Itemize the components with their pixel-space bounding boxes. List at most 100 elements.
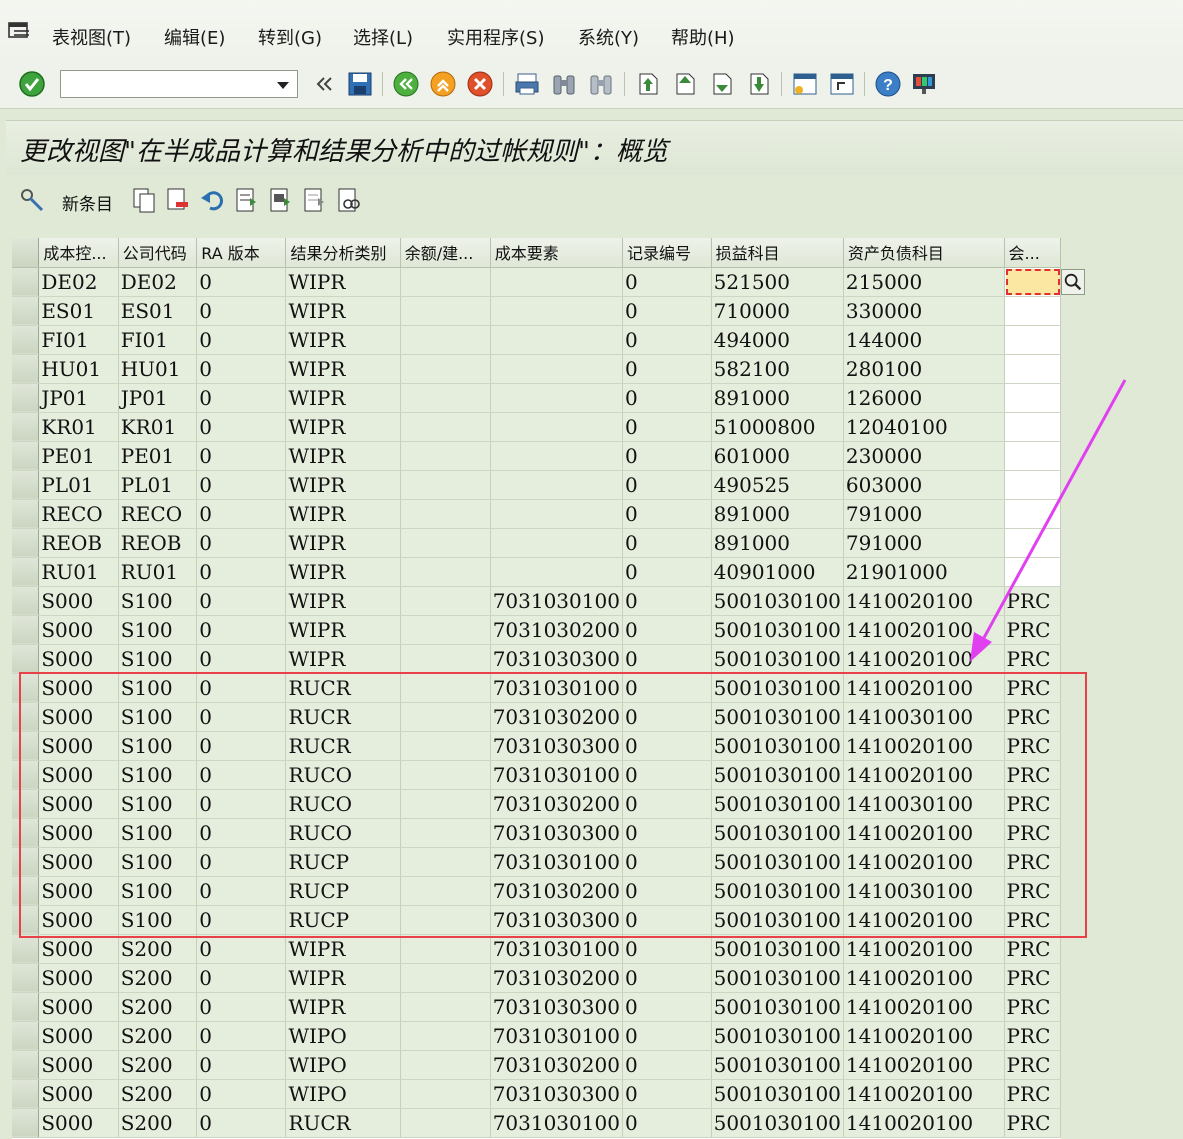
row-selector[interactable] [12, 644, 40, 674]
back-double-arrow-icon[interactable] [310, 70, 338, 98]
menu-table-view[interactable]: 表视图(T) [52, 24, 131, 50]
create-session-icon[interactable] [791, 70, 819, 98]
menu-icon[interactable] [8, 22, 30, 40]
column-header-cost-element[interactable]: 成本要素 [490, 238, 623, 268]
column-header-ra-category[interactable]: 结果分析类别 [285, 238, 401, 268]
cell-accounting[interactable]: PRC [1004, 992, 1061, 1022]
first-page-icon[interactable] [634, 70, 662, 98]
menu-help[interactable]: 帮助(H) [671, 24, 735, 50]
cell-accounting[interactable] [1004, 499, 1061, 529]
back-icon[interactable] [392, 70, 420, 98]
row-selector[interactable] [12, 847, 40, 877]
cell-accounting[interactable] [1004, 557, 1061, 587]
row-selector[interactable] [12, 876, 40, 906]
cell-accounting[interactable] [1004, 528, 1061, 558]
menu-edit[interactable]: 编辑(E) [164, 24, 225, 50]
display-change-icon[interactable] [18, 186, 46, 214]
row-selector[interactable] [12, 760, 40, 790]
copy-as-icon[interactable] [130, 186, 158, 214]
cell-accounting[interactable]: PRC [1004, 818, 1061, 848]
next-page-icon[interactable] [708, 70, 736, 98]
row-selector[interactable] [12, 470, 40, 500]
row-selector[interactable] [12, 528, 40, 558]
find-next-icon[interactable] [587, 70, 615, 98]
delete-icon[interactable] [164, 186, 192, 214]
cell-accounting[interactable]: PRC [1004, 731, 1061, 761]
deselect-all-icon[interactable] [300, 186, 328, 214]
row-selector[interactable] [12, 1050, 40, 1080]
column-header-bs-account[interactable]: 资产负债科目 [843, 238, 1005, 268]
new-entries-button[interactable]: 新条目 [62, 190, 113, 215]
cell-accounting[interactable]: PRC [1004, 789, 1061, 819]
column-header-controlling-area[interactable]: 成本控... [38, 238, 119, 268]
menu-utilities[interactable]: 实用程序(S) [447, 24, 544, 50]
cell-accounting[interactable] [1004, 412, 1061, 442]
row-selector[interactable] [12, 441, 40, 471]
row-selector[interactable] [12, 731, 40, 761]
find-icon[interactable] [550, 70, 578, 98]
last-page-icon[interactable] [745, 70, 773, 98]
command-field[interactable] [60, 70, 298, 98]
row-selector[interactable] [12, 412, 40, 442]
shortcut-icon[interactable] [828, 70, 856, 98]
row-selector[interactable] [12, 934, 40, 964]
save-icon[interactable] [346, 70, 374, 98]
print-view-icon[interactable] [334, 186, 362, 214]
column-header-balance[interactable]: 余额/建... [400, 238, 491, 268]
row-selector[interactable] [12, 296, 40, 326]
cell-accounting[interactable]: PRC [1004, 673, 1061, 703]
row-selector[interactable] [12, 586, 40, 616]
row-selector[interactable] [12, 1021, 40, 1051]
row-selector[interactable] [12, 615, 40, 645]
cell-accounting[interactable] [1004, 354, 1061, 384]
cell-accounting[interactable] [1004, 325, 1061, 355]
row-selector[interactable] [12, 1108, 40, 1138]
cell-accounting[interactable]: PRC [1004, 644, 1061, 674]
menu-selection[interactable]: 选择(L) [353, 24, 413, 50]
row-selector[interactable] [12, 963, 40, 993]
cell-accounting[interactable] [1004, 296, 1061, 326]
column-header-record-number[interactable]: 记录编号 [622, 238, 712, 268]
cell-accounting[interactable]: PRC [1004, 615, 1061, 645]
row-selector[interactable] [12, 354, 40, 384]
row-selector[interactable] [12, 557, 40, 587]
row-selector[interactable] [12, 267, 40, 297]
cell-accounting[interactable]: PRC [1004, 1108, 1061, 1138]
menu-system[interactable]: 系统(Y) [578, 24, 639, 50]
cell-accounting[interactable]: PRC [1004, 1050, 1061, 1080]
select-all-icon[interactable] [232, 186, 260, 214]
row-selector[interactable] [12, 992, 40, 1022]
cell-accounting[interactable]: PRC [1004, 702, 1061, 732]
row-selector[interactable] [12, 325, 40, 355]
cell-accounting[interactable]: PRC [1004, 1079, 1061, 1109]
row-selector[interactable] [12, 673, 40, 703]
chevron-down-icon[interactable] [277, 82, 289, 89]
cell-accounting[interactable]: PRC [1004, 847, 1061, 877]
cell-accounting[interactable]: PRC [1004, 760, 1061, 790]
exit-icon[interactable] [429, 70, 457, 98]
cell-accounting[interactable]: PRC [1004, 934, 1061, 964]
enter-icon[interactable] [18, 70, 46, 98]
cell-accounting[interactable]: PRC [1004, 586, 1061, 616]
cancel-icon[interactable] [466, 70, 494, 98]
search-help-icon[interactable] [1061, 269, 1085, 295]
select-all-column-header[interactable] [12, 238, 40, 268]
row-selector[interactable] [12, 818, 40, 848]
cell-accounting[interactable]: PRC [1004, 905, 1061, 935]
accounting-principle-input[interactable] [1006, 269, 1060, 295]
row-selector[interactable] [12, 1079, 40, 1109]
cell-accounting[interactable] [1004, 470, 1061, 500]
column-header-company-code[interactable]: 公司代码 [118, 238, 198, 268]
customize-layout-icon[interactable] [910, 70, 938, 98]
cell-accounting[interactable]: PRC [1004, 1021, 1061, 1051]
select-block-icon[interactable] [266, 186, 294, 214]
print-icon[interactable] [513, 70, 541, 98]
help-icon[interactable]: ? [874, 70, 902, 98]
row-selector[interactable] [12, 702, 40, 732]
column-header-ra-version[interactable]: RA 版本 [196, 238, 287, 268]
cell-accounting[interactable] [1004, 383, 1061, 413]
menu-goto[interactable]: 转到(G) [258, 24, 322, 50]
column-header-accounting[interactable]: 会... [1004, 238, 1061, 268]
row-selector[interactable] [12, 383, 40, 413]
row-selector[interactable] [12, 789, 40, 819]
